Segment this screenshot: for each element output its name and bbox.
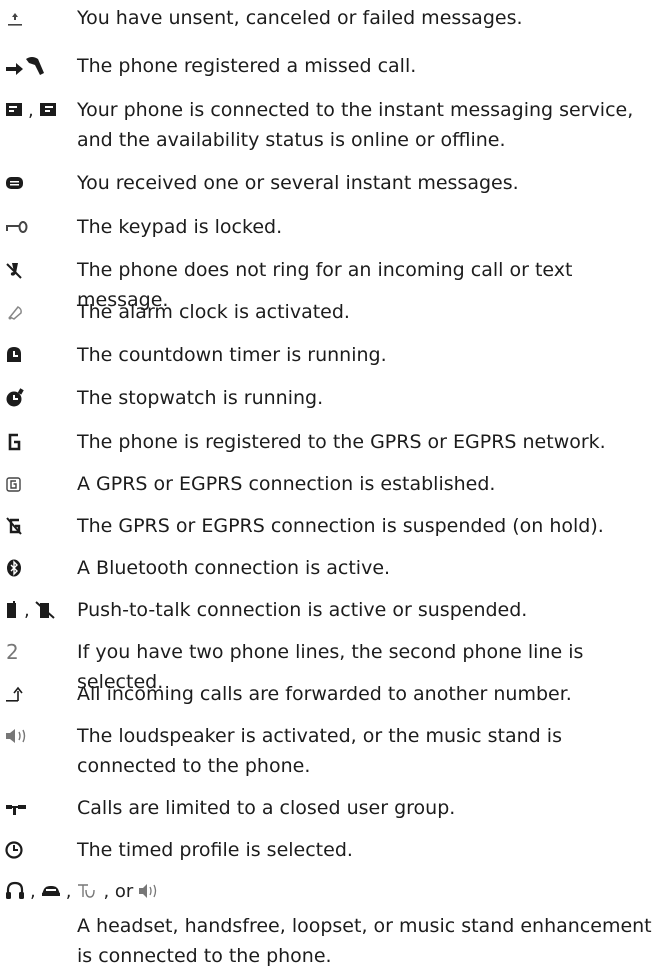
loudspeaker-icon: [4, 721, 32, 751]
call-forward-icon: [4, 679, 30, 709]
countdown-timer-icon: [4, 340, 26, 370]
description: All incoming calls are forwarded to anot…: [77, 683, 572, 705]
ptt-active-icon: [4, 600, 20, 620]
separator: ,: [24, 599, 30, 621]
description: The phone is registered to the GPRS or E…: [77, 431, 606, 453]
description: Your phone is connected to the instant m…: [77, 99, 634, 151]
line-two-glyph: 2: [6, 640, 19, 664]
description: The countdown timer is running.: [77, 344, 387, 366]
missed-call-icon: [4, 51, 46, 81]
separator: , or: [103, 880, 134, 902]
description: The timed profile is selected.: [77, 839, 353, 861]
separator: ,: [65, 880, 72, 902]
headset-icon: [4, 880, 26, 902]
description: Calls are limited to a closed user group…: [77, 797, 456, 819]
gprs-registered-icon: [4, 427, 26, 457]
keypad-lock-icon: [4, 212, 30, 242]
ptt-suspended-icon: [34, 600, 56, 620]
indicator-list: You have unsent, canceled or failed mess…: [0, 0, 665, 971]
description: A headset, handsfree, loopset, or music …: [77, 915, 652, 967]
description: You have unsent, canceled or failed mess…: [77, 7, 523, 29]
im-offline-icon: [38, 101, 58, 119]
description: A Bluetooth connection is active.: [77, 557, 391, 579]
handsfree-icon: [40, 880, 62, 902]
enhancement-icons: , , , or: [4, 877, 163, 905]
separator: ,: [28, 99, 34, 121]
description: A GPRS or EGPRS connection is establishe…: [77, 473, 496, 495]
gprs-connection-icon: [4, 469, 26, 499]
loopset-icon: [75, 880, 99, 902]
description: The keypad is locked.: [77, 216, 283, 238]
description: You received one or several instant mess…: [77, 172, 519, 194]
separator: ,: [30, 880, 36, 902]
im-online-icon: [4, 101, 24, 119]
description: The GPRS or EGPRS connection is suspende…: [77, 515, 604, 537]
timed-profile-icon: [4, 835, 26, 865]
bluetooth-icon: [4, 553, 26, 583]
description: The loudspeaker is activated, or the mus…: [77, 725, 562, 777]
instant-message-icon: [4, 168, 26, 198]
alarm-clock-icon: [4, 297, 26, 327]
description: The alarm clock is activated.: [77, 301, 350, 323]
second-line-icon: 2: [4, 637, 19, 667]
description: The phone registered a missed call.: [77, 55, 417, 77]
unsent-message-icon: [4, 3, 26, 33]
music-stand-icon: [137, 880, 163, 902]
closed-user-group-icon: [4, 793, 30, 823]
description: Push-to-talk connection is active or sus…: [77, 599, 528, 621]
stopwatch-icon: [4, 383, 26, 413]
description: The stopwatch is running.: [77, 387, 324, 409]
gprs-suspended-icon: [4, 511, 26, 541]
silent-icon: [4, 255, 26, 285]
